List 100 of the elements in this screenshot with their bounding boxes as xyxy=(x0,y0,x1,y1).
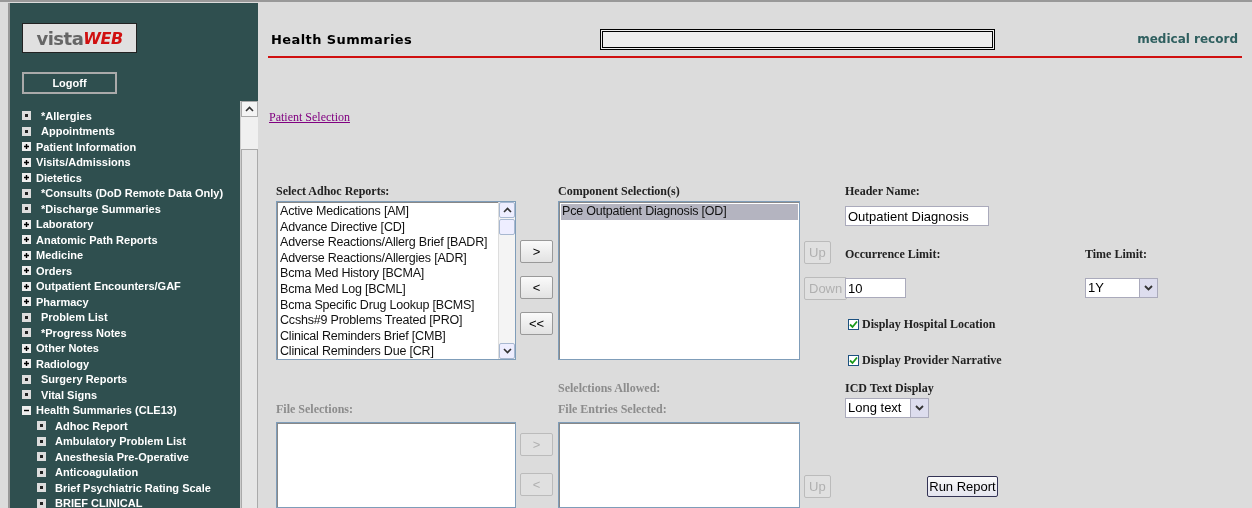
list-option[interactable]: Advance Directive [CD] xyxy=(279,219,497,236)
nav-link[interactable]: Dietetics xyxy=(10,170,240,186)
nav-link[interactable]: *Consults (DoD Remote Data Only) xyxy=(10,185,240,201)
nav-link[interactable]: Vital Signs xyxy=(10,387,240,403)
checkbox-label: Display Provider Narrative xyxy=(862,352,1002,368)
plus-icon xyxy=(22,266,31,276)
list-option[interactable]: Bcma Specific Drug Lookup [BCMS] xyxy=(279,297,497,314)
field-label: Selelctions Allowed: xyxy=(558,380,662,396)
square-bullet-icon xyxy=(37,498,46,508)
list-box[interactable] xyxy=(276,201,516,360)
square-bullet-icon xyxy=(22,126,31,136)
square-bullet-icon xyxy=(22,188,31,198)
list-option[interactable]: Clinical Reminders Brief [CMB] xyxy=(279,328,497,345)
logo: vistaWEB xyxy=(22,23,137,53)
square-bullet-icon xyxy=(22,111,31,121)
plus-icon xyxy=(22,359,31,369)
square-bullet-icon xyxy=(22,204,31,214)
list-box[interactable]: Pce Outpatient Diagnosis [OD] xyxy=(558,201,800,360)
field-label: Component Selection(s) xyxy=(558,184,681,199)
nav-link[interactable]: Ambulatory Problem List xyxy=(10,433,240,449)
caret-down-icon xyxy=(915,405,924,411)
square-bullet-icon xyxy=(37,436,46,446)
field-label: Header Name: xyxy=(845,184,921,199)
nav-link[interactable]: Anesthesia Pre-Operative xyxy=(10,449,240,465)
list-option[interactable]: Adverse Reactions/Allerg Brief [BADR] xyxy=(279,235,497,251)
nav-link[interactable]: Health Summaries (CLE13) xyxy=(10,402,240,418)
plus-icon xyxy=(22,343,31,353)
caret-up-icon xyxy=(245,106,254,112)
add-button[interactable]: > xyxy=(520,240,553,263)
nav-link[interactable]: Medicine xyxy=(10,247,240,263)
nav-link[interactable]: *Progress Notes xyxy=(10,325,240,341)
caret-down-icon xyxy=(1144,285,1153,291)
list-option[interactable]: Bcma Med Log [BCML] xyxy=(279,281,497,298)
caret-down-icon xyxy=(502,348,512,354)
logoff-button[interactable]: Logoff xyxy=(22,72,117,94)
nav-link[interactable]: Anatomic Path Reports xyxy=(10,232,240,248)
scroll-down-button[interactable] xyxy=(499,343,515,359)
list-option[interactable]: Active Medications [AM] xyxy=(279,204,497,220)
scrollbar-thumb[interactable] xyxy=(241,149,258,508)
plus-icon xyxy=(22,297,31,307)
field-label: File Entries Selected: xyxy=(558,401,668,417)
nav-link[interactable]: BRIEF CLINICAL xyxy=(10,495,240,508)
plus-icon xyxy=(22,281,31,291)
caret-up-icon xyxy=(502,207,512,213)
square-bullet-icon xyxy=(22,328,31,338)
square-bullet-icon xyxy=(37,452,46,462)
nav-link[interactable]: Brief Psychiatric Rating Scale xyxy=(10,480,240,496)
plus-icon xyxy=(22,157,31,167)
nav-link[interactable]: Appointments xyxy=(10,123,240,139)
header-name-field[interactable]: Outpatient Diagnosis xyxy=(845,206,989,226)
field-label: File Selections: xyxy=(276,401,354,417)
remove-button[interactable]: < xyxy=(520,276,553,299)
remove-all-button[interactable]: << xyxy=(520,312,553,335)
nav-link[interactable]: *Allergies xyxy=(10,108,240,124)
minus-icon xyxy=(22,405,31,415)
field-label: ICD Text Display xyxy=(845,380,935,396)
plus-icon xyxy=(22,235,31,245)
scroll-up-button[interactable] xyxy=(241,101,258,117)
list-option[interactable]: Pce Outpatient Diagnosis [OD] xyxy=(561,204,798,220)
nav-link[interactable]: Other Notes xyxy=(10,340,240,356)
list-option[interactable]: Clinical Reminders Due [CR] xyxy=(279,344,497,359)
nav-link[interactable]: Visits/Admissions xyxy=(10,154,240,170)
scrollbar[interactable] xyxy=(240,101,258,508)
nav-link[interactable]: Laboratory xyxy=(10,216,240,232)
plus-icon xyxy=(22,142,31,152)
dropdown[interactable]: 1Y xyxy=(1085,278,1158,298)
nav-link[interactable]: Patient Information xyxy=(10,139,240,155)
nav-link[interactable]: Surgery Reports xyxy=(10,371,240,387)
field-label: Time Limit: xyxy=(1085,246,1149,262)
square-bullet-icon xyxy=(37,483,46,493)
brand-label: medical record xyxy=(1137,32,1238,46)
scrollbar[interactable] xyxy=(498,202,515,359)
square-bullet-icon xyxy=(22,390,31,400)
plus-icon xyxy=(22,250,31,260)
run-report-button[interactable]: Run Report xyxy=(927,476,998,497)
nav-link[interactable]: Radiology xyxy=(10,356,240,372)
square-bullet-icon xyxy=(37,467,46,477)
field-label: Select Adhoc Reports: xyxy=(276,184,391,199)
checkbox[interactable] xyxy=(848,354,859,366)
square-bullet-icon xyxy=(37,421,46,431)
list-option[interactable]: Adverse Reactions/Allergies [ADR] xyxy=(279,250,497,267)
list-option[interactable]: Bcma Med History [BCMA] xyxy=(279,266,497,282)
nav-link[interactable]: Adhoc Report xyxy=(10,418,240,434)
occurrence-limit-field[interactable]: 10 xyxy=(845,278,906,298)
nav-link[interactable]: Pharmacy xyxy=(10,294,240,310)
plus-icon xyxy=(22,219,31,229)
square-bullet-icon xyxy=(22,374,31,384)
dropdown[interactable]: Long text xyxy=(845,398,929,418)
nav-link[interactable]: *Discharge Summaries xyxy=(10,201,240,217)
field-label: Occurrence Limit: xyxy=(845,246,942,262)
scroll-up-button[interactable] xyxy=(499,202,515,218)
checkbox[interactable] xyxy=(848,318,859,330)
scrollbar-thumb[interactable] xyxy=(499,219,515,235)
square-bullet-icon xyxy=(22,312,31,322)
list-option[interactable]: Ccshs#9 Problems Treated [PRO] xyxy=(279,313,497,329)
nav-link[interactable]: Problem List xyxy=(10,309,240,325)
patient-selection-link[interactable]: Patient Selection xyxy=(269,110,350,124)
nav-link[interactable]: Outpatient Encounters/GAF xyxy=(10,278,240,294)
nav-link[interactable]: Anticoagulation xyxy=(10,464,240,480)
nav-link[interactable]: Orders xyxy=(10,263,240,279)
